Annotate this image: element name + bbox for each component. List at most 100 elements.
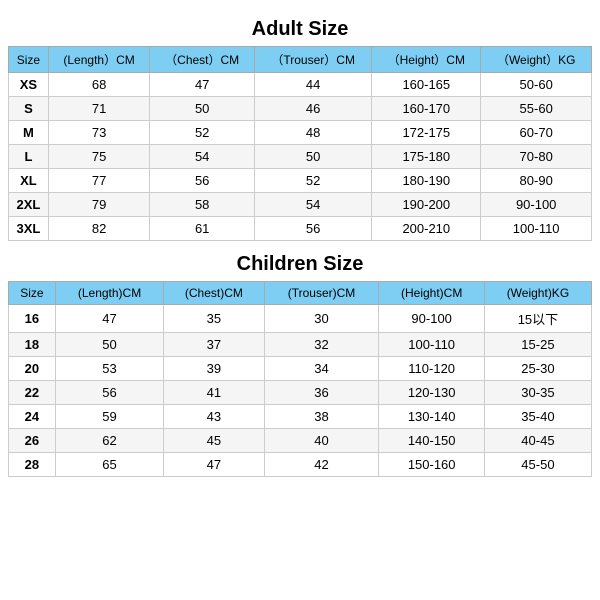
children-data-cell: 56 [55,381,163,405]
children-header-cell: (Weight)KG [484,282,591,305]
children-data-cell: 15-25 [484,333,591,357]
adult-data-cell: 61 [150,217,255,241]
adult-data-cell: 56 [255,217,372,241]
adult-data-row: S715046160-17055-60 [9,97,592,121]
adult-header-cell: （Chest）CM [150,47,255,73]
adult-data-cell: 79 [48,193,149,217]
adult-data-cell: 80-90 [481,169,592,193]
children-data-row: 26624540140-15040-45 [9,429,592,453]
size-chart-container: Adult Size Size(Length）CM（Chest）CM（Trous… [0,0,600,491]
children-header-cell: Size [9,282,56,305]
children-data-cell: 150-160 [379,453,484,477]
children-data-cell: 65 [55,453,163,477]
children-data-cell: 37 [164,333,264,357]
children-data-cell: 100-110 [379,333,484,357]
children-data-cell: 38 [264,405,379,429]
adult-size-title: Adult Size [8,10,592,46]
adult-data-cell: 58 [150,193,255,217]
adult-data-cell: 52 [150,121,255,145]
adult-data-cell: 82 [48,217,149,241]
children-header-row: Size(Length)CM(Chest)CM(Trouser)CM(Heigh… [9,282,592,305]
adult-data-cell: S [9,97,49,121]
children-data-cell: 50 [55,333,163,357]
adult-data-cell: 200-210 [372,217,481,241]
adult-data-cell: 180-190 [372,169,481,193]
adult-data-cell: 50 [150,97,255,121]
children-size-title: Children Size [8,245,592,281]
children-data-row: 22564136120-13030-35 [9,381,592,405]
adult-data-cell: 90-100 [481,193,592,217]
children-data-cell: 18 [9,333,56,357]
adult-data-cell: 2XL [9,193,49,217]
adult-data-cell: 160-165 [372,73,481,97]
children-data-cell: 32 [264,333,379,357]
children-data-cell: 35 [164,305,264,333]
adult-data-cell: 70-80 [481,145,592,169]
adult-data-cell: 46 [255,97,372,121]
children-size-table: Size(Length)CM(Chest)CM(Trouser)CM(Heigh… [8,281,592,477]
children-data-cell: 28 [9,453,56,477]
children-data-row: 1647353090-10015以下 [9,305,592,333]
children-data-cell: 34 [264,357,379,381]
children-data-cell: 45-50 [484,453,591,477]
children-data-cell: 42 [264,453,379,477]
adult-data-row: 2XL795854190-20090-100 [9,193,592,217]
children-data-cell: 43 [164,405,264,429]
children-data-cell: 35-40 [484,405,591,429]
children-header-cell: (Chest)CM [164,282,264,305]
adult-data-cell: 77 [48,169,149,193]
children-data-cell: 24 [9,405,56,429]
children-data-cell: 110-120 [379,357,484,381]
adult-data-cell: 3XL [9,217,49,241]
adult-data-cell: 44 [255,73,372,97]
children-data-cell: 30 [264,305,379,333]
adult-data-cell: 100-110 [481,217,592,241]
children-data-cell: 90-100 [379,305,484,333]
adult-data-cell: 47 [150,73,255,97]
adult-data-cell: XS [9,73,49,97]
children-data-row: 18503732100-11015-25 [9,333,592,357]
children-header-cell: (Length)CM [55,282,163,305]
adult-data-row: XL775652180-19080-90 [9,169,592,193]
adult-data-cell: 60-70 [481,121,592,145]
children-data-cell: 39 [164,357,264,381]
adult-data-cell: L [9,145,49,169]
adult-data-row: M735248172-17560-70 [9,121,592,145]
adult-header-cell: （Trouser）CM [255,47,372,73]
children-data-cell: 120-130 [379,381,484,405]
children-data-cell: 30-35 [484,381,591,405]
adult-data-cell: 175-180 [372,145,481,169]
adult-data-cell: 50 [255,145,372,169]
adult-data-cell: 48 [255,121,372,145]
children-data-row: 20533934110-12025-30 [9,357,592,381]
adult-data-cell: 75 [48,145,149,169]
adult-data-row: 3XL826156200-210100-110 [9,217,592,241]
adult-data-cell: 68 [48,73,149,97]
adult-data-cell: 56 [150,169,255,193]
children-data-cell: 15以下 [484,305,591,333]
children-data-cell: 40-45 [484,429,591,453]
adult-data-cell: 172-175 [372,121,481,145]
adult-data-row: XS684744160-16550-60 [9,73,592,97]
children-data-cell: 47 [55,305,163,333]
children-data-row: 28654742150-16045-50 [9,453,592,477]
adult-data-cell: 55-60 [481,97,592,121]
adult-size-table: Size(Length）CM（Chest）CM（Trouser）CM（Heigh… [8,46,592,241]
children-data-cell: 45 [164,429,264,453]
children-data-cell: 20 [9,357,56,381]
adult-data-row: L755450175-18070-80 [9,145,592,169]
adult-header-cell: （Height）CM [372,47,481,73]
children-data-cell: 22 [9,381,56,405]
children-data-cell: 16 [9,305,56,333]
adult-data-cell: 190-200 [372,193,481,217]
adult-data-cell: 54 [150,145,255,169]
adult-data-cell: 50-60 [481,73,592,97]
adult-header-cell: Size [9,47,49,73]
adult-data-cell: 52 [255,169,372,193]
children-data-cell: 26 [9,429,56,453]
children-data-cell: 140-150 [379,429,484,453]
adult-data-cell: XL [9,169,49,193]
children-data-cell: 40 [264,429,379,453]
adult-header-cell: （Weight）KG [481,47,592,73]
adult-data-cell: M [9,121,49,145]
